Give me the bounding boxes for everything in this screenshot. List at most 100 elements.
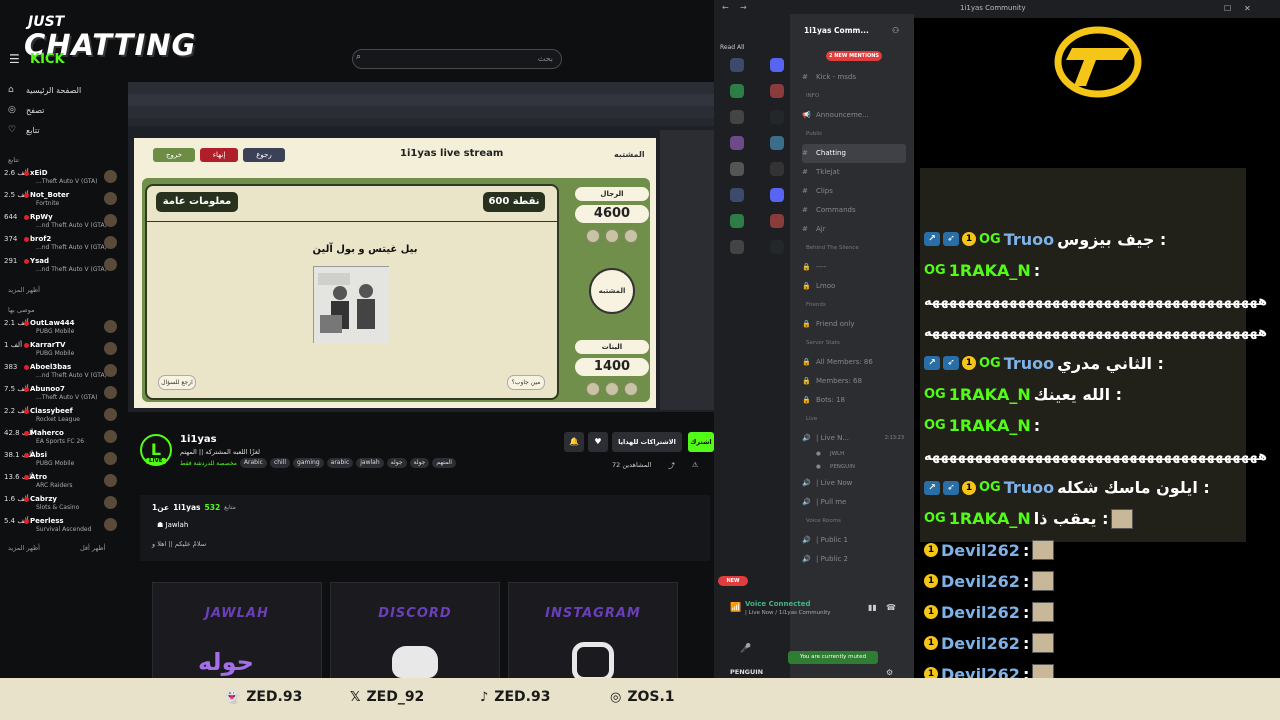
channel-item[interactable]: 🔒 Bots: 18 (802, 391, 906, 410)
server-icon[interactable] (730, 58, 744, 72)
chat-username[interactable]: Truoo (1004, 230, 1054, 249)
social-link[interactable]: ♪ ZED.93 (480, 689, 550, 705)
channel-item[interactable]: 🔒 Lmoo (802, 277, 906, 296)
helper-button[interactable] (586, 382, 600, 396)
channel-item[interactable]: 🔊 | Live N... 2:13:23 (802, 429, 906, 448)
user-panel-name[interactable]: PENGUIN (730, 668, 763, 676)
back-arrow-icon[interactable]: ← (722, 3, 729, 12)
social-link[interactable]: 𝕏 ZED_92 (350, 689, 424, 705)
show-more-recommended[interactable]: أظهر المزيد (8, 544, 40, 552)
add-member-icon[interactable]: ⚇ (892, 26, 899, 35)
chat-username[interactable]: 1RAKA_N (949, 416, 1031, 435)
sidebar-channel[interactable]: 1.6 ألفCabrzySlots & Casino (0, 494, 122, 516)
stream-tag[interactable]: جولة (409, 458, 430, 468)
menu-icon[interactable]: ☰ (9, 52, 20, 66)
channel-item[interactable]: 🔊 | Pull me (802, 493, 906, 512)
social-link[interactable]: ◎ ZOS.1 (610, 689, 675, 705)
server-icon[interactable] (730, 110, 744, 124)
nav-item[interactable]: ♡ تتابع (8, 122, 120, 138)
channel-item[interactable]: # Chatting (802, 144, 906, 163)
chat-username[interactable]: Devil262 (941, 634, 1020, 653)
channel-category[interactable]: INFO (806, 93, 819, 105)
settings-gear-icon[interactable]: ⚙ (886, 668, 893, 677)
sidebar-channel[interactable]: 1 ألف KarrarTV PUBG Mobile (0, 340, 122, 362)
subscribe-button[interactable]: الاشتراكات للهدايا (612, 432, 682, 452)
sidebar-channel[interactable]: 13.6 ألفAtroARC Raiders (0, 472, 122, 494)
kick-logo[interactable]: KICK (30, 52, 65, 67)
channel-item[interactable]: 🔒 All Members: 86 (802, 353, 906, 372)
stream-tag[interactable]: Arabic (239, 458, 267, 468)
helper-button[interactable] (624, 382, 638, 396)
helper-button[interactable] (624, 229, 638, 243)
new-mentions-badge[interactable]: 2 NEW MENTIONS (826, 51, 882, 61)
channel-item[interactable]: # Kick - msds (802, 68, 906, 87)
channel-item[interactable]: 🔒 ---- (802, 258, 906, 277)
about-jawlah[interactable]: ☗ Jawlah (157, 521, 188, 529)
server-icon[interactable] (730, 214, 744, 228)
sidebar-channel[interactable]: 291 Ysad ...nd Theft Auto V (GTA) (0, 256, 122, 278)
chat-username[interactable]: 1RAKA_N (949, 385, 1031, 404)
forward-arrow-icon[interactable]: → (740, 3, 747, 12)
social-link[interactable]: 👻 ZED.93 (224, 689, 302, 705)
report-icon[interactable]: ⚠ (692, 461, 698, 469)
who-answered-button[interactable]: مين جاوب؟ (507, 375, 545, 390)
chat-username[interactable]: Truoo (1004, 478, 1054, 497)
server-icon[interactable] (730, 240, 744, 254)
game-end-button[interactable]: إنهاء (200, 148, 238, 162)
channel-item[interactable]: 📢 Announceme... (802, 106, 906, 125)
voice-user[interactable]: ● JWLH (816, 448, 920, 461)
server-icon[interactable] (730, 162, 744, 176)
stream-category[interactable]: مخصصة للدردشة فقط (180, 460, 237, 467)
soundboard-icon[interactable]: ▮▮ (868, 603, 877, 612)
sidebar-channel[interactable]: 2.2 ألفClassybeefRocket League (0, 406, 122, 428)
chat-username[interactable]: Devil262 (941, 603, 1020, 622)
channel-item[interactable]: 🔒 Members: 68 (802, 372, 906, 391)
sidebar-channel[interactable]: 2.5 ألفNot_BoterFortnite (0, 190, 122, 212)
server-icon[interactable] (730, 136, 744, 150)
stream-tag[interactable]: gaming (293, 458, 324, 468)
sidebar-channel[interactable]: 42.8 ألفMahercoEA Sports FC 26 (0, 428, 122, 450)
show-less[interactable]: أظهر أقل (80, 544, 105, 552)
channel-item[interactable]: 🔊 | Public 1 (802, 531, 906, 550)
helper-button[interactable] (605, 229, 619, 243)
channel-item[interactable]: 🔒 Friend only (802, 315, 906, 334)
channel-item[interactable]: # Ajr (802, 220, 906, 239)
mic-muted-icon[interactable]: 🎤 (740, 644, 751, 654)
server-icon[interactable] (770, 110, 784, 124)
server-icon[interactable] (770, 240, 784, 254)
channel-category[interactable]: Friends (806, 302, 826, 314)
chat-username[interactable]: Truoo (1004, 354, 1054, 373)
sidebar-channel[interactable]: 383 Aboel3bas ...nd Theft Auto V (GTA) (0, 362, 122, 384)
sidebar-channel[interactable]: 7.5 ألفAbunoo7...Theft Auto V (GTA) (0, 384, 122, 406)
new-badge[interactable]: NEW (718, 576, 748, 586)
channel-item[interactable]: # Tklejat (802, 163, 906, 182)
close-icon[interactable]: ✕ (1244, 4, 1251, 13)
channel-category[interactable]: Server Stats (806, 340, 840, 352)
stream-tag[interactable]: المتهم (432, 458, 456, 468)
maximize-icon[interactable]: ☐ (1224, 4, 1231, 13)
sidebar-channel[interactable]: 38.1 ألفAbsiPUBG Mobile (0, 450, 122, 472)
sidebar-channel[interactable]: 2.6 ألفxEiD...Theft Auto V (GTA) (0, 168, 122, 190)
chat-username[interactable]: 1RAKA_N (949, 261, 1031, 280)
sidebar-channel[interactable]: 5.4 ألفPeerlessSurvival Ascended (0, 516, 122, 538)
channel-category[interactable]: Live (806, 416, 817, 428)
channel-category[interactable]: Voice Rooms (806, 518, 841, 530)
search-input[interactable]: بحث (352, 49, 562, 69)
game-back-button[interactable]: رجوع (243, 148, 285, 162)
chat-username[interactable]: 1RAKA_N (949, 509, 1031, 528)
stream-tag[interactable]: جوله (386, 458, 407, 468)
channel-category[interactable]: Behind The Silence (806, 245, 859, 257)
server-icon[interactable] (770, 214, 784, 228)
back-to-question-button[interactable]: ارجع للسؤال (158, 375, 196, 390)
stream-tag[interactable]: chill (269, 458, 291, 468)
channel-category[interactable]: Public (806, 131, 822, 143)
game-exit-button[interactable]: خروج (153, 148, 195, 162)
read-all-button[interactable]: Read All (720, 44, 744, 51)
bell-icon[interactable]: 🔔 (564, 432, 584, 452)
follow-button[interactable]: اشترك (688, 432, 714, 452)
server-icon[interactable] (770, 162, 784, 176)
server-icon[interactable] (770, 188, 784, 202)
nav-item[interactable]: ◎ تصفح (8, 102, 120, 118)
server-icon[interactable] (770, 84, 784, 98)
share-icon[interactable]: ⤴ (668, 461, 675, 471)
